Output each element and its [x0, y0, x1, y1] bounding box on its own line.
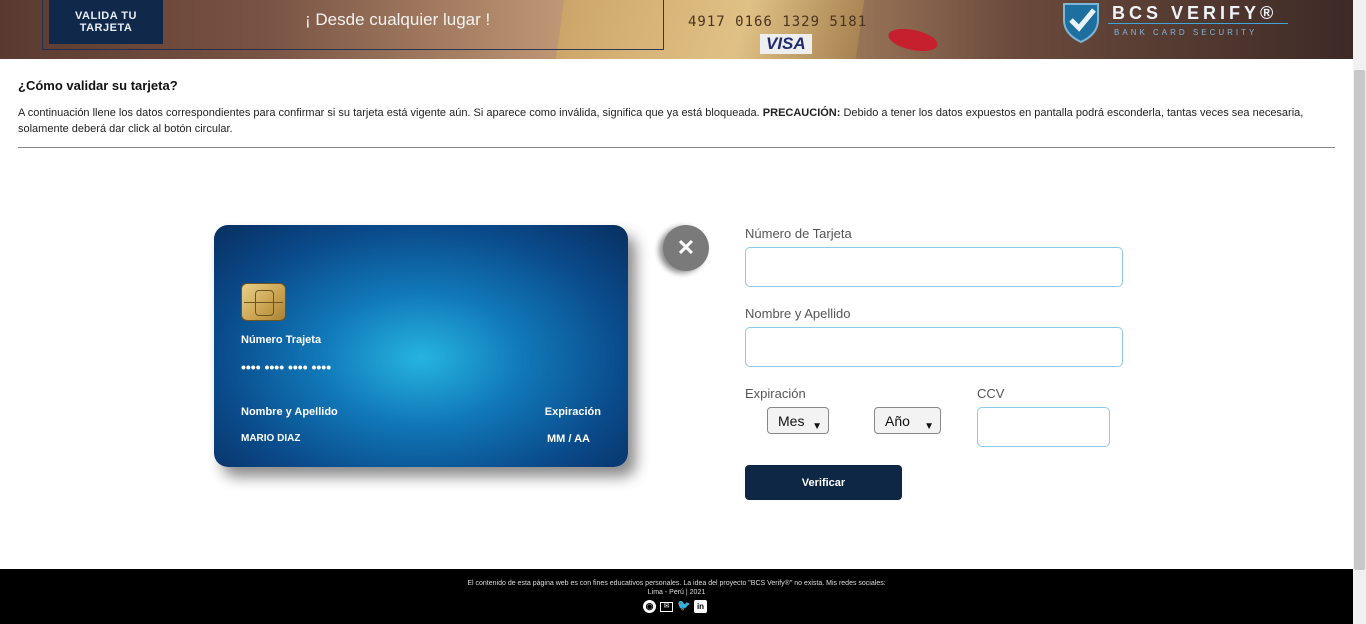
bcs-verify-logo[interactable]: BCS VERIFY® BANK CARD SECURITY	[1058, 0, 1298, 45]
chevron-down-icon: ▼	[812, 421, 822, 432]
instructions-text-before: A continuación llene los datos correspon…	[18, 107, 763, 119]
card-preview: Número Trajeta •••• •••• •••• •••• Nombr…	[214, 225, 628, 467]
validate-card-button[interactable]: VALIDA TU TARJETA	[49, 0, 163, 44]
banner-card-number: 4917 0166 1329 5181	[688, 14, 868, 30]
expiry-field-label: Expiración	[745, 386, 806, 401]
card-number-label: Número Trajeta	[241, 334, 322, 346]
chip-icon	[241, 283, 286, 321]
logo-subtitle: BANK CARD SECURITY	[1114, 28, 1258, 37]
scrollbar-thumb[interactable]	[1354, 70, 1365, 570]
logo-title: BCS VERIFY®	[1112, 3, 1278, 23]
year-selected-value: Año	[885, 413, 910, 429]
month-select[interactable]: Mes ▼	[767, 407, 829, 434]
banner-slogan: ¡ Desde cualquier lugar !	[305, 10, 491, 29]
name-input[interactable]	[745, 327, 1123, 367]
month-selected-value: Mes	[778, 413, 805, 429]
footer-disclaimer: El contenido de esta página web es con f…	[467, 580, 886, 587]
footer: El contenido de esta página web es con f…	[0, 569, 1353, 624]
chevron-down-icon: ▼	[924, 421, 934, 432]
card-number-value: •••• •••• •••• ••••	[241, 359, 332, 375]
social-links: ◉ ✉ 🐦 in	[642, 600, 712, 614]
validate-card-line1: VALIDA TU	[75, 10, 137, 22]
validate-card-line2: TARJETA	[79, 22, 133, 34]
name-field-label: Nombre y Apellido	[745, 306, 851, 321]
banner-decor	[886, 25, 940, 55]
shield-check-icon	[1063, 3, 1099, 44]
instructions-text: A continuación llene los datos correspon…	[18, 105, 1336, 137]
mail-icon[interactable]: ✉	[660, 602, 673, 612]
linkedin-icon[interactable]: in	[694, 600, 707, 613]
ccv-input[interactable]	[977, 407, 1110, 447]
banner-visa-logo: VISA	[760, 34, 812, 54]
card-name-value: MARIO DIAZ	[241, 433, 301, 444]
github-icon[interactable]: ◉	[643, 600, 656, 613]
divider	[18, 147, 1335, 148]
warning-label: PRECAUCIÓN:	[762, 107, 841, 119]
page: 4917 0166 1329 5181 VISA VALIDA TU TARJE…	[0, 0, 1366, 624]
card-expiry-label: Expiración	[544, 406, 601, 418]
instructions-heading: ¿Cómo validar su tarjeta?	[18, 78, 178, 93]
ccv-field-label: CCV	[977, 386, 1005, 401]
card-number-input[interactable]	[745, 247, 1123, 287]
card-expiry-value: MM / AA	[547, 433, 590, 445]
card-number-field-label: Número de Tarjeta	[745, 226, 852, 241]
logo-divider	[1108, 23, 1288, 24]
close-icon: ✕	[676, 235, 696, 260]
card-name-label: Nombre y Apellido	[241, 406, 338, 418]
twitter-icon[interactable]: 🐦	[677, 600, 691, 613]
year-select[interactable]: Año ▼	[874, 407, 941, 434]
footer-location: Lima - Perú | 2021	[647, 589, 706, 596]
hide-card-button[interactable]: ✕	[663, 225, 709, 271]
scrollbar[interactable]	[1353, 0, 1366, 624]
hero-banner: 4917 0166 1329 5181 VISA VALIDA TU TARJE…	[0, 0, 1353, 59]
verify-button[interactable]: Verificar	[745, 465, 902, 500]
